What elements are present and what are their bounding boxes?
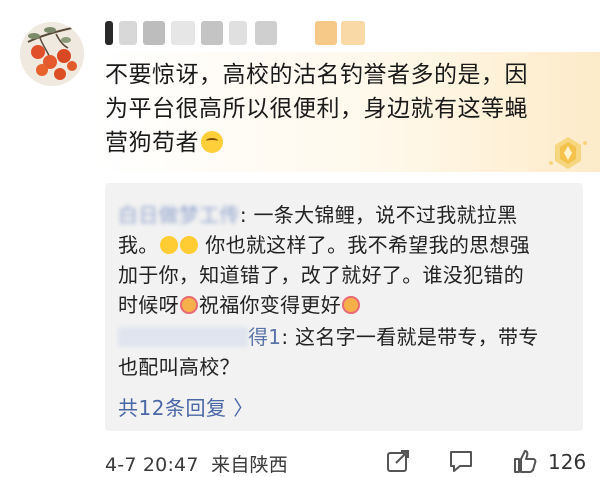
- share-icon[interactable]: [385, 448, 411, 474]
- gold-badge-icon: [549, 137, 587, 169]
- reply-line: : 一条大锦鲤，说不过我就拉黑: [239, 203, 518, 227]
- username-blurred[interactable]: [105, 15, 385, 45]
- location: 来自陕西: [211, 454, 288, 476]
- timestamp: 4-7 20:47: [105, 454, 199, 476]
- cry-emoji-icon: [159, 236, 178, 254]
- persimmon-painting-icon: [20, 22, 84, 86]
- reply-item-2[interactable]: 得1: 这名字一看就是带专，带专 也配叫高校？: [118, 322, 573, 382]
- blessing-emoji-icon: [179, 296, 198, 314]
- comment-body: 不要惊讶，高校的沽名钓誉者多的是，因为平台很高所以很便利，身边就有这等蝇营狗苟者: [105, 62, 528, 156]
- reply-author[interactable]: 白日做梦工传: [118, 203, 240, 227]
- like-icon[interactable]: [512, 448, 538, 474]
- reply-author-blurred[interactable]: [118, 327, 248, 347]
- cry-emoji-icon: [179, 236, 198, 254]
- reply-author[interactable]: 得1: [248, 325, 281, 349]
- comment-meta: 4-7 20:47 来自陕西: [105, 450, 288, 477]
- laugh-cry-emoji-icon: [201, 131, 223, 153]
- blessing-emoji-icon: [342, 296, 361, 314]
- reply-item-1[interactable]: 白日做梦工传: 一条大锦鲤，说不过我就拉黑 我。 你也就这样了。我不希望我的思想…: [118, 200, 573, 320]
- view-all-replies-link[interactable]: 共12条回复 〉: [118, 392, 254, 421]
- comment-icon[interactable]: [448, 448, 474, 474]
- user-avatar[interactable]: [20, 22, 84, 86]
- like-count: 126: [548, 450, 587, 474]
